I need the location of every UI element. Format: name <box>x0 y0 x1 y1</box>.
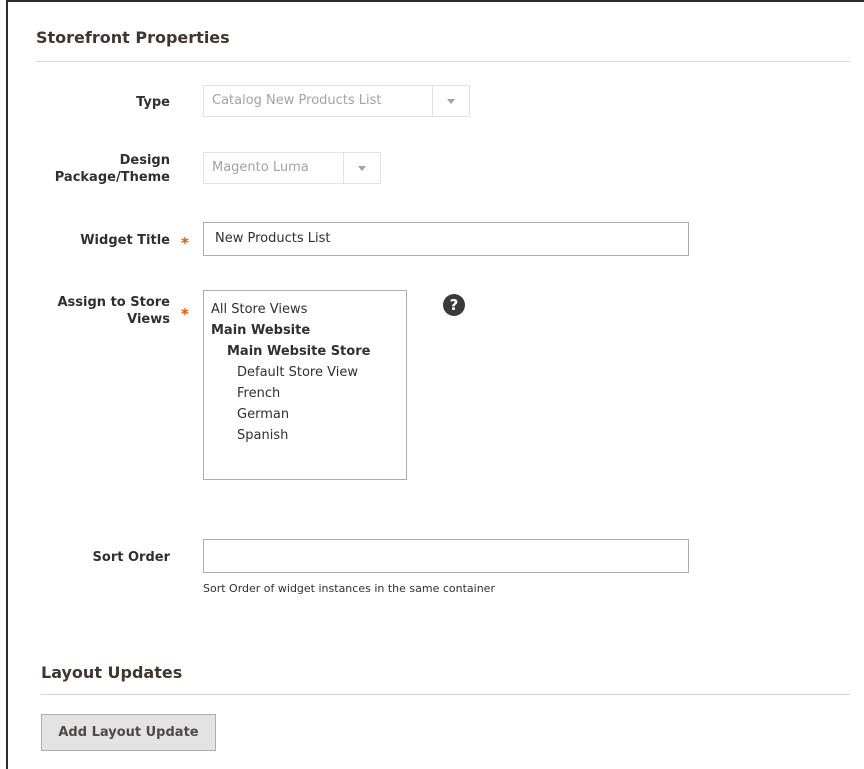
chevron-down-icon <box>343 153 380 183</box>
section-divider <box>36 61 850 62</box>
option-main-website-store[interactable]: Main Website Store <box>211 341 406 362</box>
store-views-label-line1: Assign to Store <box>57 295 171 310</box>
theme-label-line1: Design <box>119 153 170 168</box>
theme-select-value: Magento Luma <box>212 160 309 175</box>
type-label: Type <box>136 95 170 110</box>
option-default-store-view[interactable]: Default Store View <box>211 362 406 383</box>
store-views-label: Assign to Store Views <box>20 294 171 328</box>
required-asterisk: * <box>181 234 189 252</box>
theme-select: Magento Luma <box>203 152 381 184</box>
required-asterisk: * <box>181 305 189 323</box>
option-spanish[interactable]: Spanish <box>211 425 406 446</box>
theme-label-line2: Package/Theme <box>54 170 170 185</box>
storefront-properties-title: Storefront Properties <box>36 28 230 47</box>
option-main-website[interactable]: Main Website <box>211 320 406 341</box>
section-divider <box>41 694 850 695</box>
question-circle-icon[interactable]: ? <box>443 294 465 316</box>
sort-order-label: Sort Order <box>92 550 170 565</box>
option-german[interactable]: German <box>211 404 406 425</box>
widget-title-label: Widget Title <box>80 233 170 248</box>
sort-order-note: Sort Order of widget instances in the sa… <box>203 582 495 595</box>
layout-updates-title: Layout Updates <box>41 663 183 682</box>
chevron-down-icon <box>432 86 469 116</box>
type-select: Catalog New Products List <box>203 85 470 117</box>
store-views-label-line2: Views <box>127 312 170 327</box>
add-layout-update-button[interactable]: Add Layout Update <box>41 714 216 751</box>
sort-order-input[interactable] <box>203 539 689 573</box>
theme-label: Design Package/Theme <box>20 152 170 186</box>
option-all-store-views[interactable]: All Store Views <box>211 299 406 320</box>
widget-title-input[interactable]: New Products List <box>203 222 689 256</box>
option-french[interactable]: French <box>211 383 406 404</box>
type-select-value: Catalog New Products List <box>212 93 382 108</box>
store-views-multiselect[interactable]: All Store Views Main Website Main Websit… <box>203 290 407 480</box>
